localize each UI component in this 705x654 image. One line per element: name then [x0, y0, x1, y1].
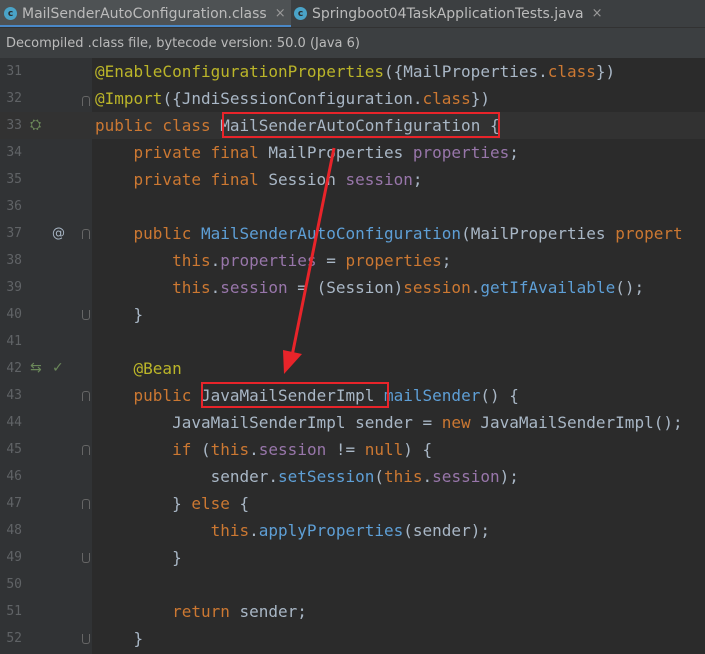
annotation-arrow — [283, 147, 336, 374]
